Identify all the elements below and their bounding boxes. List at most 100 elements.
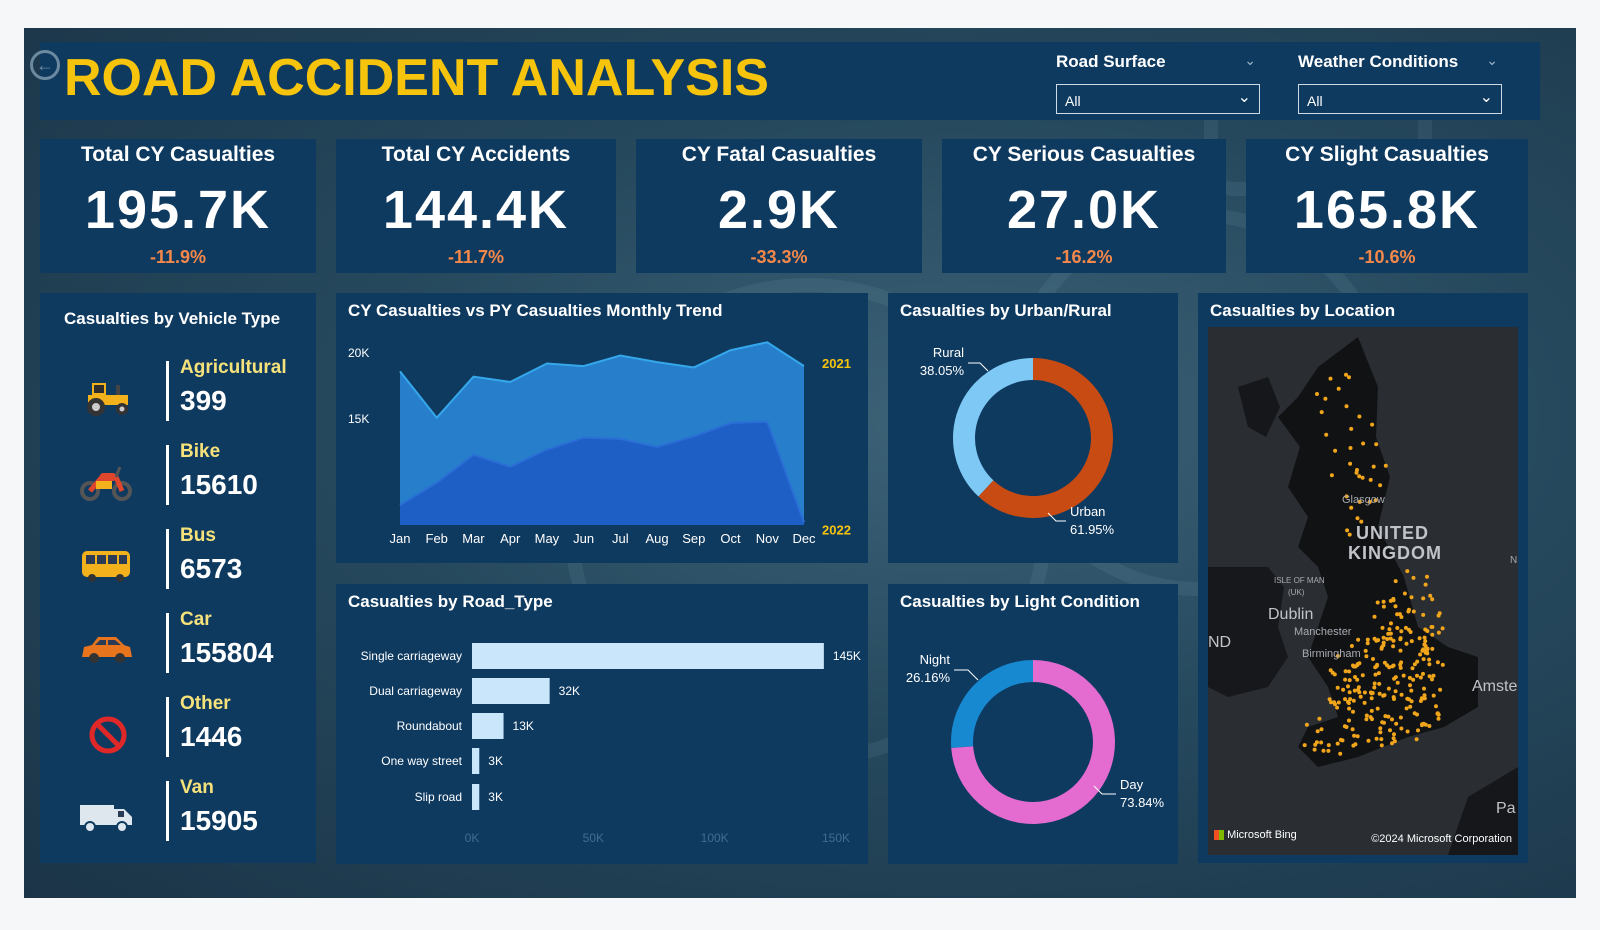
chevron-down-icon[interactable]: ⌄: [1238, 87, 1251, 107]
vehicle-row-bus[interactable]: Bus 6573: [40, 523, 316, 607]
map-label: Manchester: [1294, 626, 1352, 638]
kpi-card-slight-casualties: CY Slight Casualties 165.8K -10.6%: [1246, 139, 1528, 273]
accident-dot: [1333, 448, 1338, 453]
accident-dot: [1351, 698, 1356, 703]
accident-dot: [1381, 635, 1386, 640]
road-type-panel[interactable]: Casualties by Road_Type Single carriagew…: [336, 584, 868, 864]
road-type-bar-chart[interactable]: Single carriageway 145K Dual carriageway 32…: [336, 584, 868, 864]
location-map-panel[interactable]: Casualties by Location UNITED KINGDOM Du…: [1198, 293, 1528, 863]
weather-conditions-slicer[interactable]: Weather Conditions ⌄ All ⌄: [1298, 48, 1506, 118]
vehicle-row-car[interactable]: Car 155804: [40, 607, 316, 691]
slice-label: Urban: [1070, 504, 1105, 519]
road-surface-dropdown[interactable]: All ⌄: [1056, 84, 1260, 114]
slice-label: Night: [920, 652, 951, 667]
accident-dot: [1379, 646, 1384, 651]
divider: [166, 697, 169, 757]
accident-dot: [1410, 666, 1415, 671]
vehicle-count: 1446: [180, 721, 243, 752]
accident-dot: [1383, 463, 1388, 468]
bar: [472, 678, 550, 704]
light-condition-panel[interactable]: Casualties by Light Condition Night 26.16…: [888, 584, 1178, 864]
accident-dot: [1381, 604, 1386, 609]
accident-dot: [1389, 621, 1393, 626]
accident-dot: [1304, 722, 1309, 727]
accident-dot: [1321, 748, 1326, 753]
attribution-text: Microsoft Bing: [1227, 829, 1297, 841]
x-tick-label: Nov: [756, 531, 780, 546]
accident-dot: [1379, 737, 1384, 742]
accident-dot: [1405, 729, 1410, 734]
map-canvas[interactable]: UNITED KINGDOM Dublin ISLE OF MAN (UK) M…: [1208, 327, 1518, 855]
light-condition-donut[interactable]: Night 26.16% Day 73.84%: [888, 584, 1178, 864]
y-tick-label: 20K: [348, 346, 369, 360]
motorbike-icon: [80, 466, 132, 501]
weather-conditions-dropdown[interactable]: All ⌄: [1298, 84, 1502, 114]
urban-rural-panel[interactable]: Casualties by Urban/Rural Rural 38.05% Urb…: [888, 293, 1178, 563]
tractor-icon: [87, 383, 128, 416]
urban-rural-donut[interactable]: Rural 38.05% Urban 61.95%: [888, 293, 1178, 563]
accident-dot: [1421, 671, 1425, 676]
slice-label: Day: [1120, 777, 1144, 792]
x-tick-label: Feb: [426, 531, 448, 546]
accident-dot: [1347, 678, 1352, 683]
chevron-down-icon[interactable]: ⌄: [1244, 52, 1256, 69]
accident-dot: [1371, 657, 1375, 661]
x-tick-label: 100K: [701, 831, 729, 845]
accident-dot: [1391, 695, 1396, 700]
accident-dot: [1438, 687, 1443, 692]
vehicle-row-other[interactable]: Other 1446: [40, 691, 316, 775]
accident-dot: [1386, 714, 1391, 719]
leader-line: [954, 669, 979, 681]
divider: [166, 361, 169, 421]
accident-dot: [1393, 579, 1398, 584]
accident-dot: [1380, 625, 1385, 630]
x-tick-label: Mar: [462, 531, 485, 546]
monthly-trend-panel[interactable]: CY Casualties vs PY Casualties Monthly T…: [336, 293, 868, 563]
accident-dot: [1343, 669, 1348, 674]
x-tick-label: Dec: [792, 531, 816, 546]
accident-dot: [1435, 711, 1440, 716]
slice-percent: 61.95%: [1070, 522, 1115, 537]
chevron-down-icon[interactable]: ⌄: [1480, 87, 1493, 107]
slicer-value: All: [1065, 93, 1081, 109]
bar-value-label: 3K: [488, 754, 503, 768]
accident-dot: [1429, 625, 1434, 629]
dashboard-title: ROAD ACCIDENT ANALYSIS: [64, 49, 769, 107]
accident-dot: [1317, 716, 1322, 721]
accident-dot: [1374, 442, 1379, 447]
chevron-down-icon[interactable]: ⌄: [1486, 52, 1498, 69]
accident-dot: [1436, 613, 1441, 618]
accident-dot: [1398, 648, 1403, 653]
accident-dot: [1416, 728, 1420, 733]
monthly-trend-chart[interactable]: 15K 20K 2021 2022 Jan Feb Mar Apr May Jun Jul Aug Se…: [336, 293, 868, 563]
kpi-value: 165.8K: [1293, 180, 1481, 240]
accident-dot: [1431, 693, 1436, 698]
bar-value-label: 145K: [833, 649, 861, 663]
accident-dot: [1360, 475, 1365, 480]
road-surface-slicer[interactable]: Road Surface ⌄ All ⌄: [1056, 48, 1264, 118]
accident-dot: [1326, 748, 1331, 753]
bar-category-label: Roundabout: [397, 719, 463, 733]
vehicle-row-bike[interactable]: Bike 15610: [40, 439, 316, 523]
accident-dot: [1328, 376, 1333, 381]
accident-dot: [1352, 688, 1357, 693]
accident-dot: [1371, 464, 1376, 469]
accident-dot: [1412, 711, 1417, 716]
back-arrow-icon[interactable]: ←: [30, 50, 60, 80]
accident-dot: [1345, 528, 1350, 533]
accident-dot: [1349, 426, 1354, 431]
accident-dot: [1409, 595, 1414, 600]
bar-category-label: Slip road: [415, 790, 462, 804]
accident-dot: [1378, 730, 1383, 735]
accident-dot: [1312, 747, 1317, 752]
accident-dot: [1319, 727, 1324, 732]
vehicle-count: 15610: [180, 469, 258, 500]
accident-dot: [1393, 675, 1398, 680]
vehicle-row-agricultural[interactable]: Agricultural 399: [40, 355, 316, 439]
vehicle-row-van[interactable]: Van 15905: [40, 775, 316, 859]
accident-dot: [1399, 660, 1404, 665]
uk-map[interactable]: UNITED KINGDOM Dublin ISLE OF MAN (UK) M…: [1208, 327, 1518, 855]
divider: [166, 445, 169, 505]
accident-dot: [1369, 708, 1374, 713]
accident-dot: [1324, 432, 1329, 437]
